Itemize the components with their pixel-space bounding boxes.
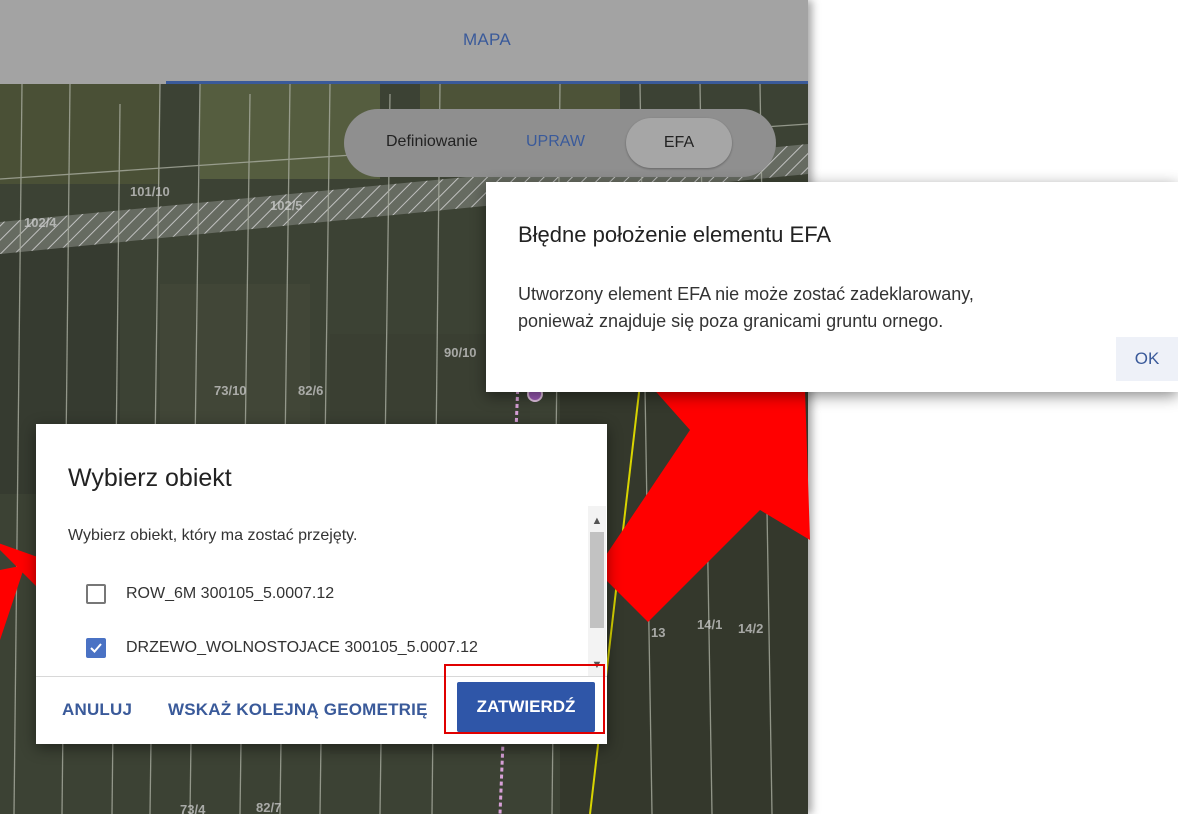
- select-dialog-description: Wybierz obiekt, który ma zostać przejęty…: [68, 527, 358, 544]
- confirm-highlight-box: [444, 664, 605, 734]
- check-icon: [90, 643, 102, 653]
- error-dialog: Błędne położenie elementu EFA Utworzony …: [486, 182, 1178, 392]
- cancel-button[interactable]: ANULUJ: [62, 688, 132, 732]
- arrow-icon: [0, 565, 25, 640]
- scrollbar-thumb[interactable]: [590, 532, 604, 628]
- option-row-drzewo[interactable]: DRZEWO_WOLNOSTOJACE 300105_5.0007.12: [86, 636, 556, 666]
- checkbox-row6m[interactable]: [86, 584, 106, 604]
- option-label: DRZEWO_WOLNOSTOJACE 300105_5.0007.12: [126, 639, 478, 656]
- error-dialog-message: Utworzony element EFA nie może zostać za…: [518, 284, 974, 331]
- error-dialog-title: Błędne położenie elementu EFA: [518, 222, 832, 247]
- chevron-up-icon[interactable]: ▲: [588, 512, 606, 530]
- scrollbar[interactable]: ▲ ▼: [588, 506, 606, 676]
- arrow-icon: [596, 385, 810, 622]
- ok-button[interactable]: OK: [1116, 337, 1178, 381]
- select-dialog-title: Wybierz obiekt: [68, 464, 232, 492]
- option-row-row6m[interactable]: ROW_6M 300105_5.0007.12: [86, 582, 556, 612]
- option-label: ROW_6M 300105_5.0007.12: [126, 585, 335, 602]
- checkbox-drzewo[interactable]: [86, 638, 106, 658]
- next-geometry-button[interactable]: WSKAŻ KOLEJNĄ GEOMETRIĘ: [168, 688, 428, 732]
